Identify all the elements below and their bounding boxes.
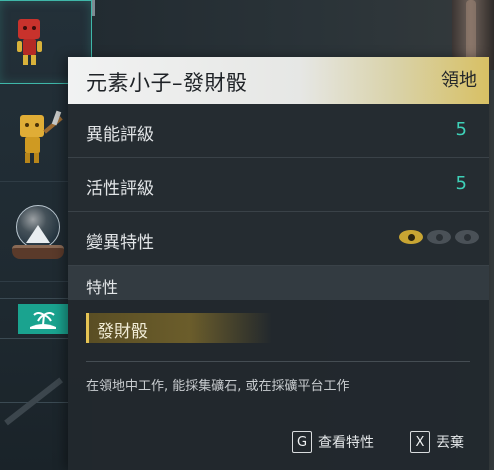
island-icon (18, 304, 68, 334)
scrollbar-thumb[interactable] (92, 0, 95, 16)
location-tag: 領地 (441, 70, 477, 91)
pal-title: 元素小子–發財骰 (86, 71, 248, 95)
traits-header-label: 特性 (86, 278, 119, 297)
mutation-label: 變異特性 (86, 233, 154, 253)
gold-block-pal-miner-icon (10, 105, 66, 167)
trait-description: 在領地中工作, 能採集礦石, 或在採礦平台工作 (86, 379, 350, 394)
eye-icon (427, 230, 451, 244)
stat-row: 活性評級 5 (68, 158, 489, 212)
mutation-level-indicator (399, 230, 479, 244)
stat-label: 活性評級 (86, 179, 154, 199)
eye-icon (455, 230, 479, 244)
trait-label: 發財骰 (97, 322, 148, 342)
discard-label: 丟棄 (436, 435, 464, 451)
traits-section-header: 特性 (68, 266, 489, 300)
stat-label: 異能評級 (86, 125, 154, 145)
mutation-row: 變異特性 (68, 212, 489, 266)
view-traits-button[interactable]: G 查看特性 (292, 431, 374, 453)
pal-tooltip-panel: 元素小子–發財骰 領地 異能評級 5 活性評級 5 變異特性 特性 發財骰 在領… (68, 57, 489, 470)
view-traits-label: 查看特性 (318, 435, 374, 451)
key-x: X (410, 431, 430, 453)
snow-globe-icon (10, 199, 66, 265)
discard-button[interactable]: X 丟棄 (410, 431, 464, 453)
key-g: G (292, 431, 312, 453)
divider (86, 361, 470, 362)
action-hints: G 查看特性 X 丟棄 (68, 427, 489, 455)
divider (0, 338, 70, 339)
trait-chip[interactable]: 發財骰 (86, 313, 272, 343)
stat-row: 異能評級 5 (68, 104, 489, 158)
eye-icon (399, 230, 423, 244)
stat-value: 5 (455, 173, 467, 194)
red-block-pal-icon (10, 11, 48, 73)
stat-value: 5 (455, 119, 467, 140)
divider (0, 298, 70, 299)
tooltip-header: 元素小子–發財骰 領地 (68, 57, 489, 104)
